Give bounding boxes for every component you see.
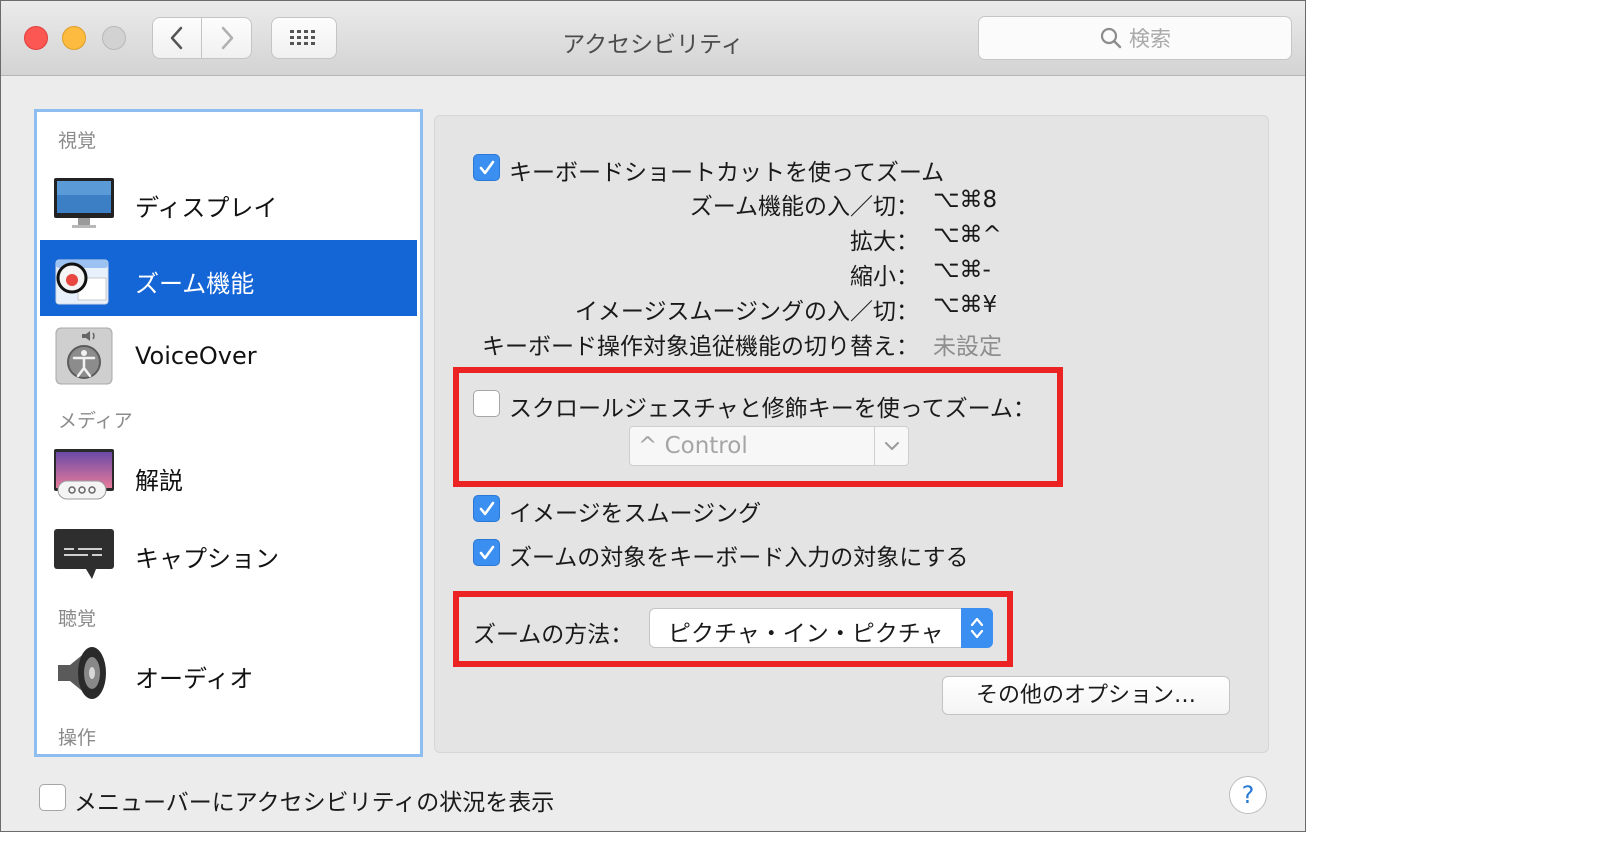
descriptions-icon (54, 449, 114, 500)
section-header-interaction: 操作 (58, 727, 97, 749)
keyboard-shortcuts-label: キーボードショートカットを使ってズーム (509, 160, 945, 186)
search-placeholder: 検索 (1129, 27, 1171, 51)
chevron-down-icon (885, 442, 899, 450)
checkmark-icon (479, 501, 494, 515)
sidebar-item-label: キャプション (135, 545, 279, 573)
close-button[interactable] (24, 26, 48, 50)
forward-button[interactable] (202, 17, 252, 59)
sidebar-item-label: 解説 (135, 467, 183, 495)
help-button[interactable]: ? (1229, 776, 1267, 814)
modifier-key-value: ^ Control (638, 433, 748, 459)
shortcut-value: ⌥⌘^ (933, 222, 1002, 248)
speaker-icon (58, 647, 106, 699)
sidebar-item-audio[interactable]: オーディオ (40, 635, 417, 711)
follow-keyboard-focus-checkbox[interactable] (473, 539, 500, 566)
popup-stepper (961, 608, 993, 648)
shortcut-label: 拡大： (850, 229, 919, 255)
scroll-gesture-label: スクロールジェスチャと修飾キーを使ってズーム： (509, 396, 1036, 422)
sidebar-item-voiceover[interactable]: VoiceOver (40, 318, 417, 394)
back-button[interactable] (152, 17, 202, 59)
keyboard-shortcuts-checkbox[interactable] (473, 154, 500, 181)
sidebar-item-label: VoiceOver (135, 342, 257, 370)
sidebar-item-label: ズーム機能 (135, 270, 255, 298)
menubar-status-label: メニューバーにアクセシビリティの状況を表示 (74, 790, 555, 816)
checkmark-icon (479, 545, 494, 559)
section-header-hearing: 聴覚 (58, 608, 97, 630)
search-icon (1100, 27, 1122, 49)
chevron-right-icon (221, 26, 233, 50)
fullscreen-button[interactable] (102, 26, 126, 50)
sidebar-item-zoom[interactable]: ズーム機能 (40, 240, 417, 316)
zoom-icon (55, 259, 109, 305)
shortcut-value: ⌥⌘8 (933, 187, 998, 213)
shortcut-label: イメージスムージングの入／切： (574, 299, 919, 325)
shortcut-labels: ズーム機能の入／切： 拡大： 縮小： イメージスムージングの入／切： キーボード… (471, 185, 919, 365)
follow-keyboard-focus-label: ズームの対象をキーボード入力の対象にする (509, 545, 969, 571)
sidebar-item-label: ディスプレイ (135, 194, 278, 222)
captions-icon (54, 529, 114, 579)
popup-divider (874, 427, 875, 465)
sidebar-item-descriptions[interactable]: 解説 (40, 437, 417, 513)
shortcut-label: ズーム機能の入／切： (689, 194, 919, 220)
sidebar-item-captions[interactable]: キャプション (40, 515, 417, 591)
sidebar-item-display[interactable]: ディスプレイ (40, 164, 417, 240)
show-all-button[interactable] (271, 17, 337, 59)
search-field[interactable]: 検索 (978, 16, 1292, 60)
sidebar-item-label: オーディオ (135, 665, 254, 693)
section-header-vision: 視覚 (58, 130, 97, 152)
preferences-window: アクセシビリティ 検索 視覚 ディスプレイ ズーム機能 VoiceOver メデ… (0, 0, 1306, 832)
checkmark-icon (479, 160, 494, 174)
smooth-images-label: イメージをスムージング (509, 501, 762, 527)
shortcut-label: キーボード操作対象追従機能の切り替え： (482, 334, 919, 360)
display-icon (54, 178, 114, 228)
zoom-style-value: ピクチャ・イン・ピクチャ (668, 621, 944, 647)
smooth-images-checkbox[interactable] (473, 495, 500, 522)
shortcut-value: ⌥⌘¥ (933, 292, 998, 318)
grid-icon (290, 30, 315, 45)
shortcut-value: ⌥⌘- (933, 257, 991, 283)
chevron-left-icon (170, 26, 183, 50)
voiceover-icon (55, 327, 113, 385)
menubar-status-checkbox[interactable] (39, 784, 66, 811)
shortcut-value-unset: 未設定 (933, 334, 1002, 360)
scroll-gesture-checkbox[interactable] (473, 390, 500, 417)
zoom-style-label: ズームの方法： (473, 622, 634, 648)
sidebar[interactable]: 視覚 ディスプレイ ズーム機能 VoiceOver メディア 解説 キャプション… (34, 109, 423, 757)
section-header-media: メディア (58, 410, 133, 432)
minimize-button[interactable] (62, 26, 86, 50)
shortcut-label: 縮小： (850, 264, 919, 290)
title-bar: アクセシビリティ 検索 (1, 1, 1305, 76)
modifier-key-popup[interactable]: ^ Control (629, 426, 909, 466)
more-options-button[interactable]: その他のオプション… (942, 676, 1230, 715)
zoom-style-popup[interactable]: ピクチャ・イン・ピクチャ (649, 608, 993, 648)
updown-chevron-icon (970, 617, 984, 639)
